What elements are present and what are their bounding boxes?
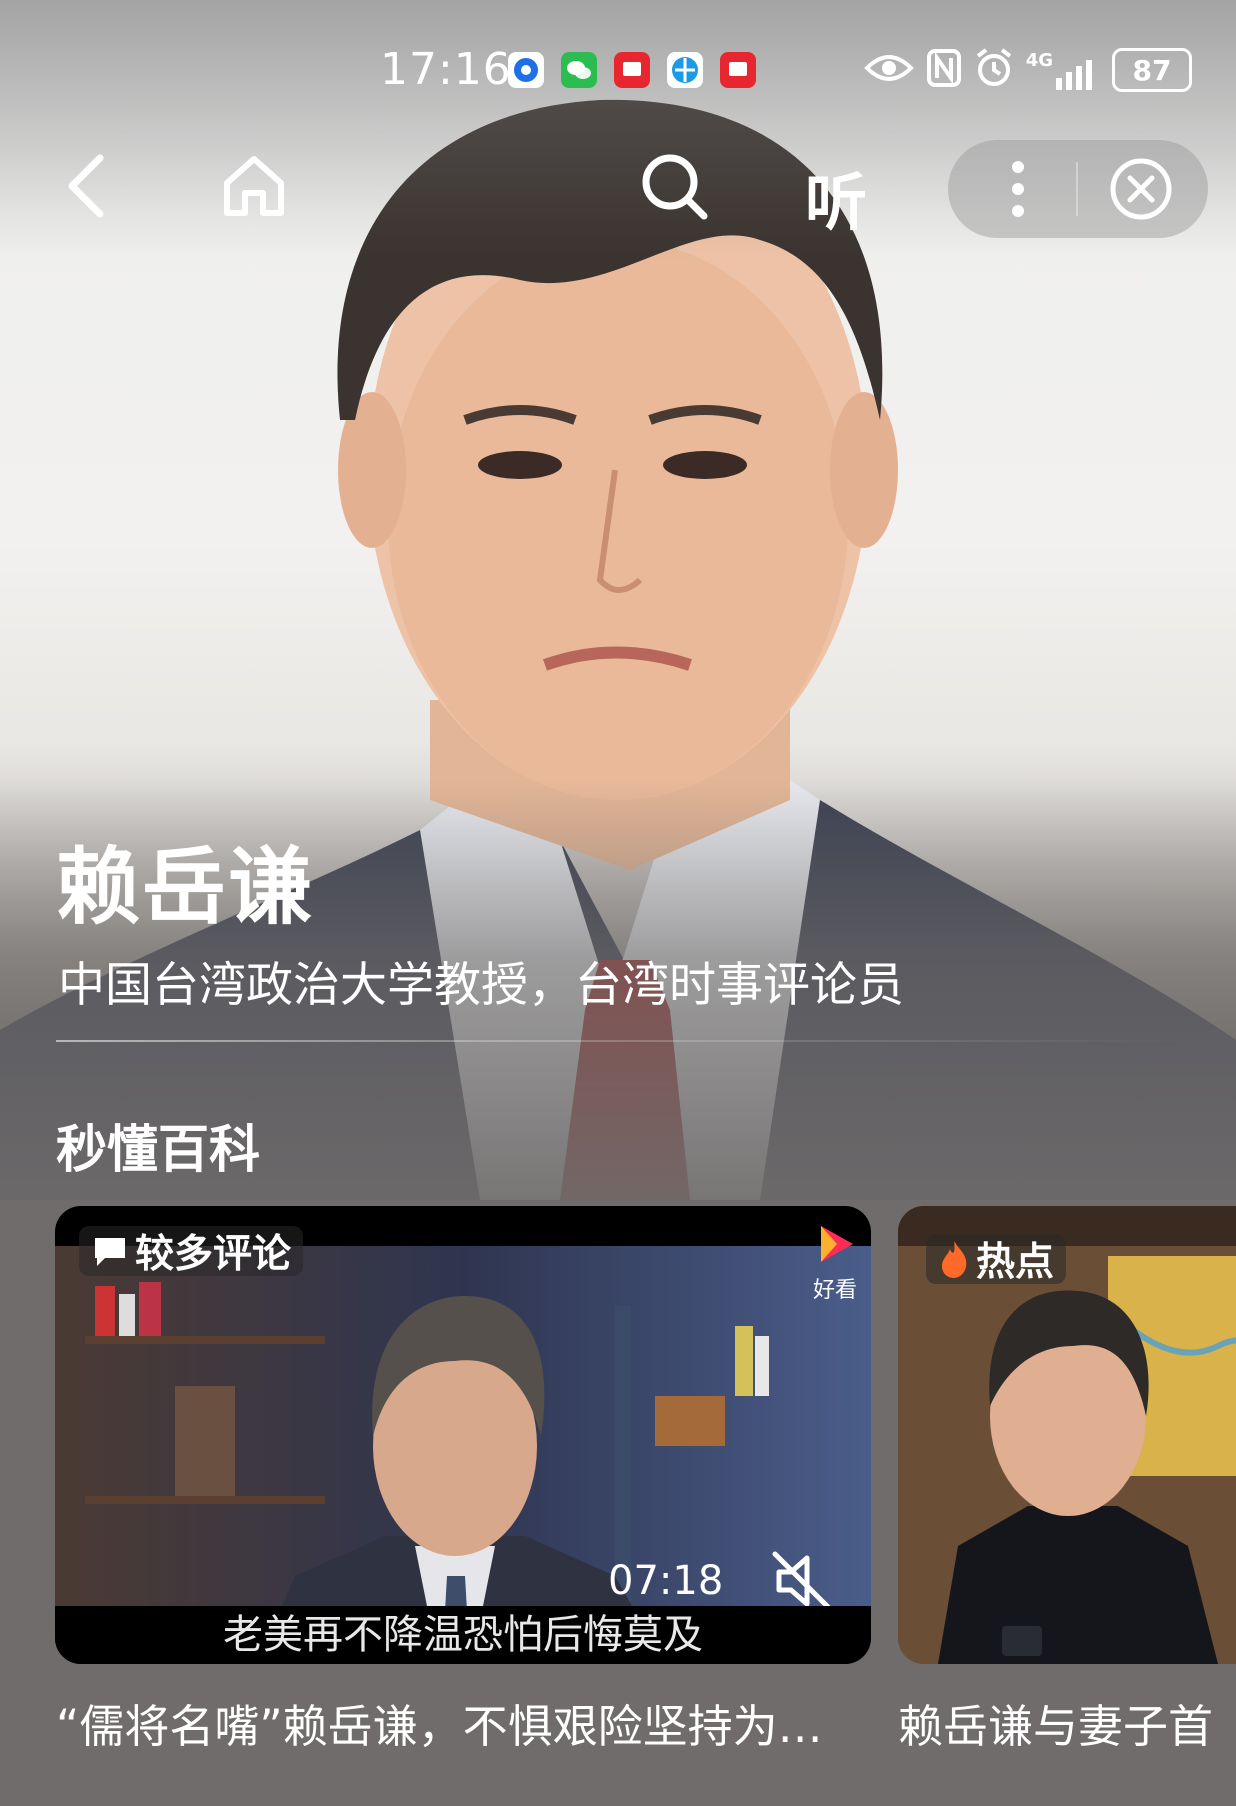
listen-button[interactable]: 听 <box>805 152 867 242</box>
nfc-icon <box>926 48 962 92</box>
search-icon <box>642 154 708 220</box>
play-logo-icon <box>821 1226 853 1262</box>
video-thumbnail-1 <box>55 1246 871 1646</box>
browser-icon <box>667 52 703 88</box>
chevron-left-icon <box>68 154 104 218</box>
red-book-icon <box>720 52 756 88</box>
eye-icon <box>863 50 914 90</box>
video-caption-1[interactable]: “儒将名嘴”赖岳谦，不惧艰险坚持为… <box>56 1690 876 1755</box>
comment-icon <box>95 1238 125 1266</box>
hot-badge: 热点 <box>926 1234 1067 1285</box>
search-button[interactable] <box>638 150 710 222</box>
comment-badge-label: 较多评论 <box>135 1232 292 1277</box>
system-icons: 4G 87 <box>863 48 1192 92</box>
divider <box>56 1040 1186 1042</box>
hot-badge-label: 热点 <box>976 1240 1055 1285</box>
wechat-icon <box>561 52 597 88</box>
network-type: 4G <box>1025 50 1053 71</box>
logo-label: 好看 <box>812 1278 857 1303</box>
back-button[interactable] <box>52 150 124 222</box>
haokan-logo: 好看 <box>805 1222 865 1306</box>
capsule-divider <box>1076 162 1078 216</box>
person-name: 赖岳谦 <box>56 838 315 936</box>
chat-bubble-icon <box>508 52 544 88</box>
video-caption-2[interactable]: 赖岳谦与妻子首 <box>898 1690 1236 1755</box>
section-title: 秒懂百科 <box>56 1121 261 1180</box>
flame-icon <box>942 1241 967 1278</box>
video-subtitle: 老美再不降温恐怕后悔莫及 <box>55 1606 871 1664</box>
alarm-icon <box>974 48 1014 92</box>
close-button[interactable] <box>1106 154 1176 224</box>
close-icon <box>1110 158 1172 220</box>
more-vertical-icon <box>1012 161 1024 217</box>
video-card-2[interactable]: 热点 <box>898 1206 1236 1664</box>
status-time: 17:16 <box>380 44 512 95</box>
person-description: 中国台湾政治大学教授，台湾时事评论员 <box>58 958 904 1013</box>
miniapp-capsule <box>948 140 1208 238</box>
battery-icon: 87 <box>1112 48 1192 92</box>
top-nav: 听 <box>0 130 1236 240</box>
signal-icon: 4G <box>1026 50 1100 90</box>
comment-badge: 较多评论 <box>79 1226 304 1277</box>
red-book-icon <box>614 52 650 88</box>
video-card-1[interactable]: 较多评论 好看 07:18 老美再不降温恐怕后悔莫及 <box>55 1206 871 1664</box>
battery-level: 87 <box>1132 53 1172 87</box>
video-duration: 07:18 <box>608 1558 724 1604</box>
home-button[interactable] <box>218 150 290 222</box>
home-icon <box>224 156 284 216</box>
status-bar: 17:16 4G 87 <box>0 40 1236 100</box>
more-button[interactable] <box>988 154 1048 224</box>
